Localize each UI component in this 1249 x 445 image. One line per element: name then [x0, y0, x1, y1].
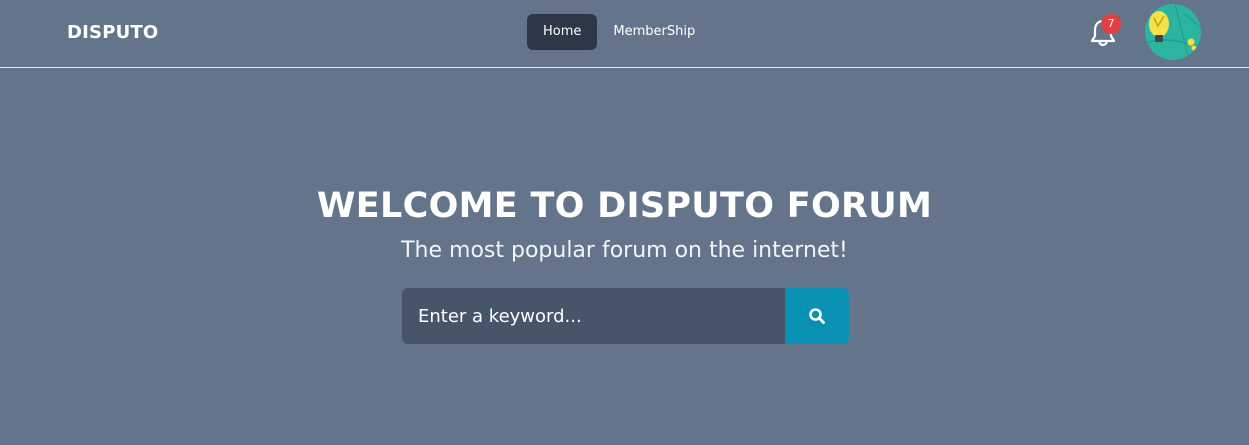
top-navbar: DISPUTO Home MemberShip 7 [0, 0, 1249, 68]
notification-count-badge: 7 [1101, 14, 1121, 34]
brand-logo[interactable]: DISPUTO [67, 22, 158, 44]
search-form [402, 288, 849, 344]
nav-links: Home MemberShip [527, 14, 711, 50]
user-avatar[interactable] [1145, 4, 1201, 60]
hero-subtitle: The most popular forum on the internet! [401, 238, 848, 263]
search-button[interactable] [785, 288, 849, 344]
notifications-button[interactable]: 7 [1089, 14, 1121, 48]
nav-link-home[interactable]: Home [527, 14, 598, 50]
nav-link-membership[interactable]: MemberShip [597, 14, 711, 50]
avatar-lightbulb-icon [1145, 4, 1201, 60]
search-input[interactable] [402, 288, 785, 344]
hero-title: WELCOME TO DISPUTO FORUM [316, 186, 933, 226]
search-icon [809, 308, 825, 324]
